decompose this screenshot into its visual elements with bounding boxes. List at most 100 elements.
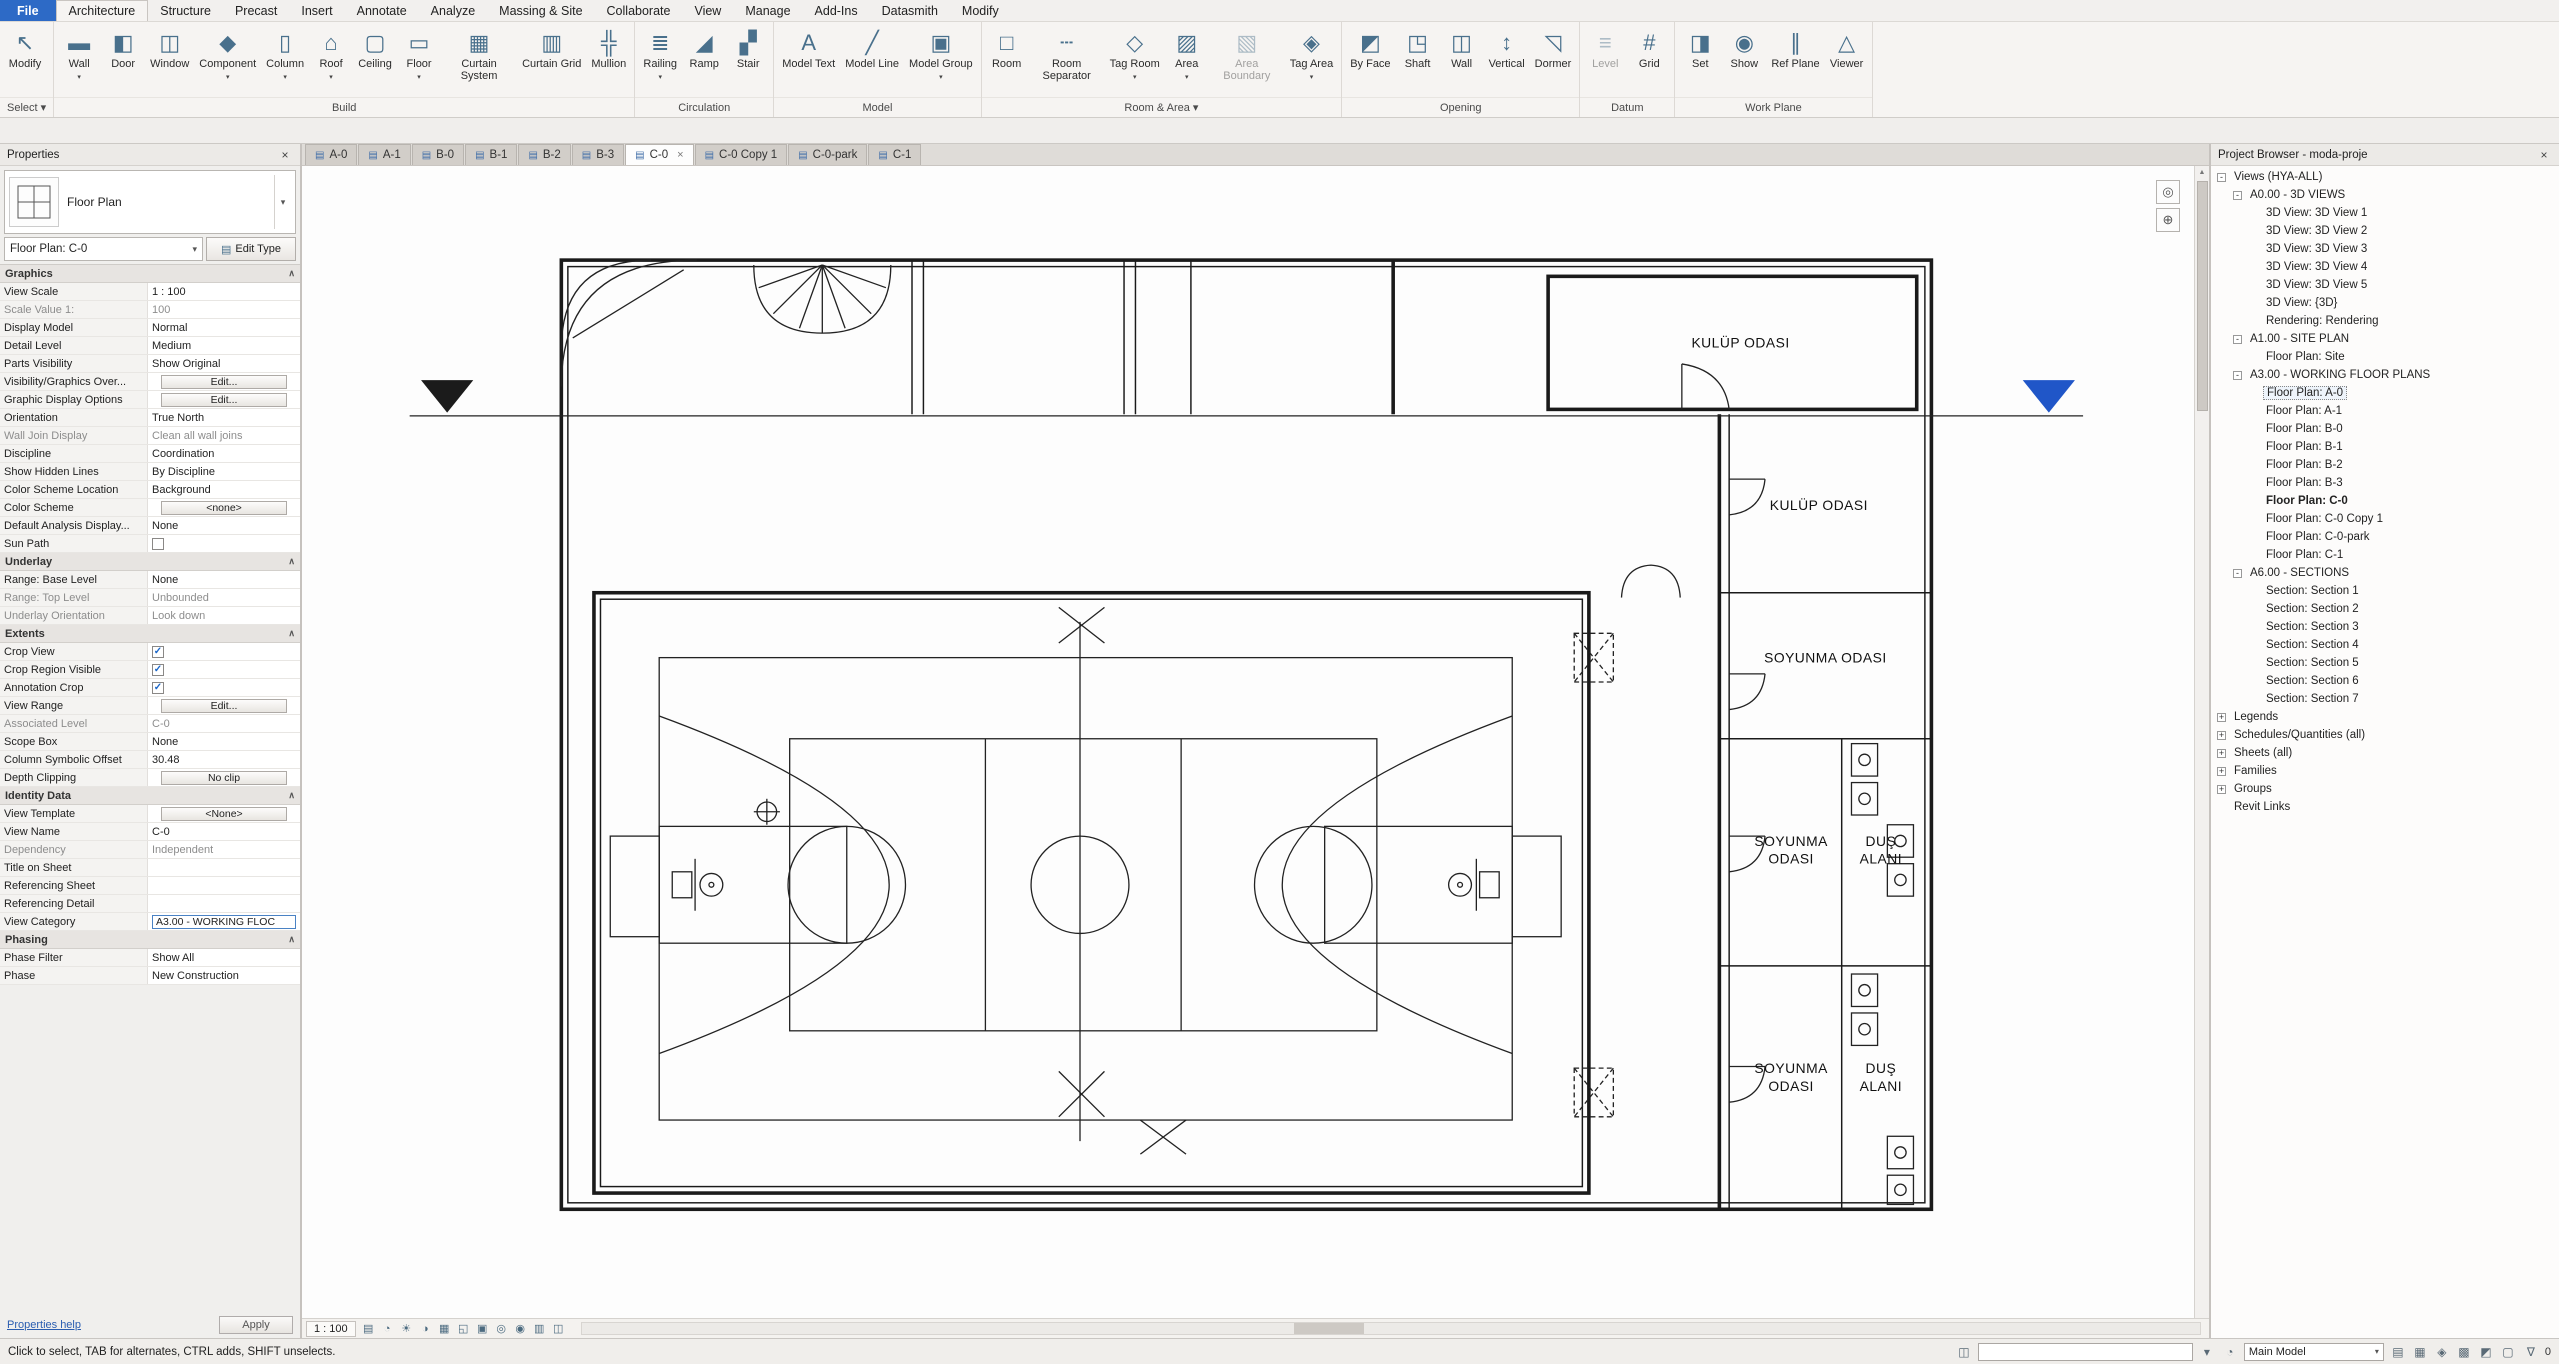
filter-icon[interactable]: ∇ [2522,1343,2540,1361]
tool-set[interactable]: ◨Set [1679,25,1721,73]
tool-show[interactable]: ◉Show [1723,25,1765,73]
menu-tab-insert[interactable]: Insert [289,0,344,21]
tree-item-families[interactable]: +Families [2211,762,2559,780]
tool-grid[interactable]: #Grid [1628,25,1670,73]
tool-modify[interactable]: ↖Modify [4,25,46,73]
tool-curtain-system[interactable]: ▦Curtain System [442,25,516,84]
menu-tab-structure[interactable]: Structure [148,0,223,21]
property-value-orientation[interactable]: True North [148,409,300,426]
view-tab-a-1[interactable]: ▤A-1 [358,144,410,165]
panel-label-circulation[interactable]: Circulation [635,97,773,117]
scrollbar-thumb[interactable] [1294,1323,1364,1334]
tool-tag-area[interactable]: ◈Tag Area▾ [1286,25,1337,86]
drag-on-selection-icon[interactable]: ▢ [2499,1343,2517,1361]
tree-item-section-section-4[interactable]: Section: Section 4 [2211,636,2559,654]
chevron-down-icon[interactable]: ▾ [2198,1343,2216,1361]
zoom-icon[interactable]: ⊕ [2156,208,2180,232]
tool-ceiling[interactable]: ▢Ceiling [354,25,396,73]
tool-shaft[interactable]: ◳Shaft [1397,25,1439,73]
property-button-view-template[interactable]: <None> [161,807,288,821]
tool-model-text[interactable]: AModel Text [778,25,839,73]
property-button-depth-clipping[interactable]: No clip [161,771,288,785]
menu-tab-datasmith[interactable]: Datasmith [870,0,950,21]
tree-item-floor-plan-b-2[interactable]: Floor Plan: B-2 [2211,456,2559,474]
visual-style-icon[interactable]: ◔ [379,1321,396,1337]
close-icon[interactable]: × [2536,148,2552,162]
property-value-view-range[interactable]: Edit... [148,697,300,714]
project-browser-title-bar[interactable]: Project Browser - moda-proje × [2211,144,2559,166]
panel-label-opening[interactable]: Opening [1342,97,1579,117]
expand-icon[interactable]: + [2217,731,2226,740]
tree-item-section-section-6[interactable]: Section: Section 6 [2211,672,2559,690]
section-marker-left[interactable] [421,380,473,412]
chevron-down-icon[interactable]: ▾ [274,175,291,229]
toggle-underlays-icon[interactable]: ▦ [2411,1343,2429,1361]
menu-tab-analyze[interactable]: Analyze [419,0,487,21]
tool-roof[interactable]: ⌂Roof▾ [310,25,352,86]
property-value-crop-region-visible[interactable]: ✓ [148,661,300,678]
tree-item-3d-view-3d-view-1[interactable]: 3D View: 3D View 1 [2211,204,2559,222]
property-value-dependency[interactable]: Independent [148,841,300,858]
tree-item-floor-plan-site[interactable]: Floor Plan: Site [2211,348,2559,366]
property-button-visibility-graphics-over[interactable]: Edit... [161,375,288,389]
property-button-color-scheme[interactable]: <none> [161,501,288,515]
menu-tab-architecture[interactable]: Architecture [56,0,149,21]
tree-item-3d-view-3d-view-3[interactable]: 3D View: 3D View 3 [2211,240,2559,258]
property-value-show-hidden-lines[interactable]: By Discipline [148,463,300,480]
property-value-scale-value-1[interactable]: 100 [148,301,300,318]
property-value-annotation-crop[interactable]: ✓ [148,679,300,696]
tree-item-3d-view-3d-view-5[interactable]: 3D View: 3D View 5 [2211,276,2559,294]
tree-item-section-section-1[interactable]: Section: Section 1 [2211,582,2559,600]
menu-tab-add-ins[interactable]: Add-Ins [803,0,870,21]
detail-level-icon[interactable]: ▤ [360,1321,377,1337]
worksharing-display-icon[interactable]: ◫ [550,1321,567,1337]
drawing-canvas[interactable]: KULÜP ODASI KULÜP ODASI SOYUNMA ODASI SO… [302,166,2194,1318]
section-header-graphics[interactable]: Graphics∧ [0,265,300,283]
floor-plan-drawing[interactable]: KULÜP ODASI KULÜP ODASI SOYUNMA ODASI SO… [302,166,2194,1318]
tool-column[interactable]: ▯Column▾ [262,25,308,86]
section-header-underlay[interactable]: Underlay∧ [0,553,300,571]
property-input-view-category[interactable]: A3.00 - WORKING FLOC [152,915,296,929]
toggle-imports-icon[interactable]: ▩ [2455,1343,2473,1361]
tool-wall[interactable]: ▬Wall▾ [58,25,100,86]
panel-label-build[interactable]: Build [54,97,634,117]
tool-room[interactable]: □Room [986,25,1028,73]
property-value-crop-view[interactable]: ✓ [148,643,300,660]
checkbox-sun-path[interactable] [152,538,164,550]
property-value-associated-level[interactable]: C-0 [148,715,300,732]
tree-item-schedules-quantities-all[interactable]: +Schedules/Quantities (all) [2211,726,2559,744]
property-value-column-symbolic-offset[interactable]: 30.48 [148,751,300,768]
scroll-up-icon[interactable]: ▲ [2199,166,2206,179]
tree-item-a1-00-site-plan[interactable]: -A1.00 - SITE PLAN [2211,330,2559,348]
collapse-icon[interactable]: - [2233,191,2242,200]
tree-item-floor-plan-c-0[interactable]: Floor Plan: C-0 [2211,492,2559,510]
horizontal-scrollbar[interactable] [581,1322,2201,1335]
apply-button[interactable]: Apply [219,1316,293,1334]
tool-curtain-grid[interactable]: ▥Curtain Grid [518,25,585,73]
property-value-default-analysis-display[interactable]: None [148,517,300,534]
property-value-scope-box[interactable]: None [148,733,300,750]
view-tab-b-3[interactable]: ▤B-3 [572,144,624,165]
tool-room-separator[interactable]: ┄Room Separator [1030,25,1104,84]
checkbox-crop-view[interactable]: ✓ [152,646,164,658]
property-value-color-scheme[interactable]: <none> [148,499,300,516]
reveal-hidden-icon[interactable]: ◉ [512,1321,529,1337]
property-value-view-scale[interactable]: 1 : 100 [148,283,300,300]
active-workset-field[interactable] [1978,1343,2193,1361]
property-value-detail-level[interactable]: Medium [148,337,300,354]
tree-item-section-section-3[interactable]: Section: Section 3 [2211,618,2559,636]
expand-icon[interactable]: + [2217,713,2226,722]
panel-label-datum[interactable]: Datum [1580,97,1674,117]
menu-tab-manage[interactable]: Manage [733,0,802,21]
collapse-icon[interactable]: - [2217,173,2226,182]
tree-item-section-section-2[interactable]: Section: Section 2 [2211,600,2559,618]
tool-tag-room[interactable]: ◇Tag Room▾ [1106,25,1164,86]
menu-tab-annotate[interactable]: Annotate [345,0,419,21]
tool-viewer[interactable]: △Viewer [1826,25,1868,73]
tree-item-groups[interactable]: +Groups [2211,780,2559,798]
crop-view-icon[interactable]: ◱ [455,1321,472,1337]
tree-item-floor-plan-c-1[interactable]: Floor Plan: C-1 [2211,546,2559,564]
tool-dormer[interactable]: ◹Dormer [1531,25,1576,73]
tree-item-rendering-rendering[interactable]: Rendering: Rendering [2211,312,2559,330]
view-tab-b-1[interactable]: ▤B-1 [465,144,517,165]
